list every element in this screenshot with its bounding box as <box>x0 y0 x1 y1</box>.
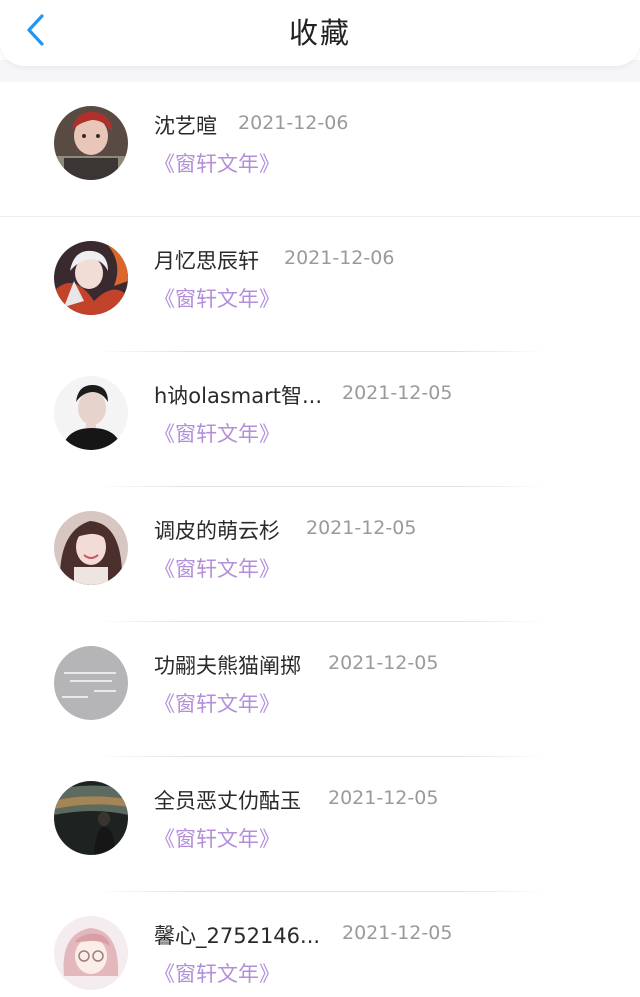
favorite-date: 2021-12-05 <box>328 652 439 674</box>
avatar[interactable] <box>54 376 128 450</box>
work-title-link[interactable]: 《窗轩文年》 <box>154 688 280 718</box>
user-name: 沈艺暄 <box>154 114 217 138</box>
favorite-date: 2021-12-05 <box>306 517 417 539</box>
list-item[interactable]: 功翤夫熊猫阐掷 2021-12-05 《窗轩文年》 <box>0 622 640 757</box>
work-title-link[interactable]: 《窗轩文年》 <box>154 823 280 853</box>
favorite-date: 2021-12-05 <box>342 922 453 944</box>
work-title-link[interactable]: 《窗轩文年》 <box>154 958 280 988</box>
user-name: 调皮的萌云杉 <box>154 519 280 543</box>
favorite-date: 2021-12-05 <box>328 787 439 809</box>
list-item[interactable]: 调皮的萌云杉 2021-12-05 《窗轩文年》 <box>0 487 640 622</box>
avatar[interactable] <box>54 781 128 855</box>
avatar[interactable] <box>54 916 128 990</box>
work-title-link[interactable]: 《窗轩文年》 <box>154 283 280 313</box>
favorites-list: 沈艺暄 2021-12-06 《窗轩文年》 月忆思辰轩 2021-12-06 《… <box>0 82 640 997</box>
user-name: 月忆思辰轩 <box>154 249 259 273</box>
top-bar: 收藏 <box>0 0 640 66</box>
avatar[interactable] <box>54 241 128 315</box>
user-name: 馨心_2752146... <box>154 924 321 948</box>
work-title-link[interactable]: 《窗轩文年》 <box>154 418 280 448</box>
user-name: h讷olasmart智... <box>154 384 323 408</box>
list-item[interactable]: 馨心_2752146... 2021-12-05 《窗轩文年》 <box>0 892 640 997</box>
favorite-date: 2021-12-05 <box>342 382 453 404</box>
favorites-page: 收藏 沈艺暄 2021-12-06 《窗轩文年》 月忆思辰轩 2021-12-0… <box>0 0 640 997</box>
page-title: 收藏 <box>288 16 351 50</box>
list-item[interactable]: 沈艺暄 2021-12-06 《窗轩文年》 <box>0 82 640 217</box>
favorite-date: 2021-12-06 <box>284 247 395 269</box>
avatar[interactable] <box>54 106 128 180</box>
user-name: 功翤夫熊猫阐掷 <box>154 654 301 678</box>
work-title-link[interactable]: 《窗轩文年》 <box>154 553 280 583</box>
list-item[interactable]: 月忆思辰轩 2021-12-06 《窗轩文年》 <box>0 217 640 352</box>
avatar[interactable] <box>54 511 128 585</box>
list-item[interactable]: 全员恶丈仂酤玉 2021-12-05 《窗轩文年》 <box>0 757 640 892</box>
avatar[interactable] <box>54 646 128 720</box>
favorite-date: 2021-12-06 <box>238 112 349 134</box>
work-title-link[interactable]: 《窗轩文年》 <box>154 148 280 178</box>
user-name: 全员恶丈仂酤玉 <box>154 789 301 813</box>
list-item[interactable]: h讷olasmart智... 2021-12-05 《窗轩文年》 <box>0 352 640 487</box>
